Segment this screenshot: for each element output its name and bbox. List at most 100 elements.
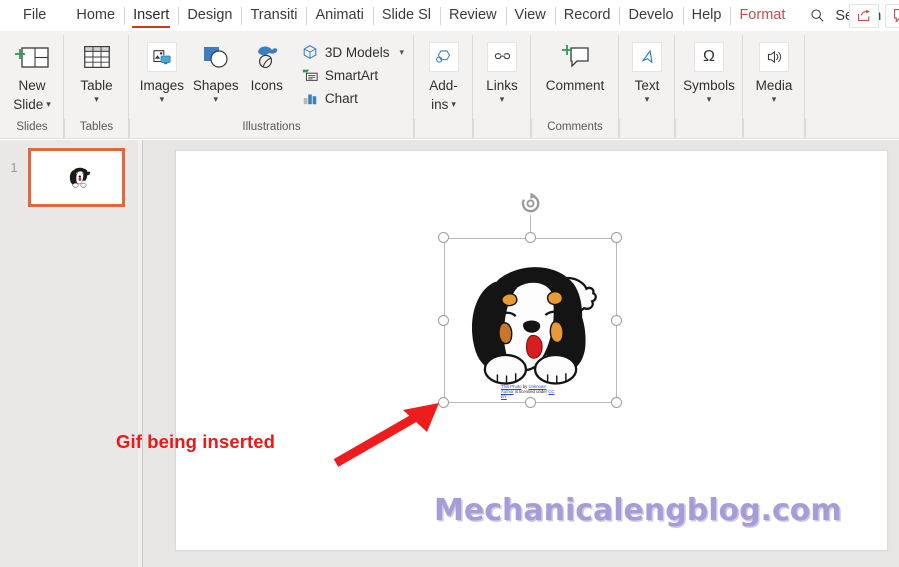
resize-handle-bottom-right[interactable]: [611, 397, 622, 408]
tab-label: File: [23, 7, 47, 23]
images-label: Images: [139, 78, 185, 93]
comment-label: Comment: [545, 78, 605, 93]
comments-button[interactable]: [885, 3, 899, 28]
resize-handle-top-right[interactable]: [611, 232, 622, 243]
slide-canvas[interactable]: This Photo by Unknown Author is licensed…: [116, 150, 888, 551]
table-icon: [81, 39, 113, 75]
label-divider: [473, 119, 474, 137]
tab-review[interactable]: Review: [440, 2, 506, 29]
tab-label: Design: [187, 7, 233, 23]
ribbon: New Slide ▾ Table ▾ Images ▾ Shapes ▾ Ic…: [0, 31, 899, 139]
media-button[interactable]: Media ▾: [749, 35, 799, 105]
text-icon: [632, 39, 662, 75]
tab-home[interactable]: Home: [67, 2, 124, 29]
tab-label: Review: [449, 7, 497, 23]
smartart-button[interactable]: SmartArt: [297, 65, 408, 85]
new-slide-button[interactable]: New Slide ▾: [6, 35, 58, 112]
icons-button[interactable]: Icons: [243, 35, 291, 94]
omega-icon: Ω: [694, 39, 724, 75]
rotate-handle[interactable]: [519, 192, 542, 215]
links-button[interactable]: Links ▾: [479, 35, 525, 105]
header-actions: [849, 0, 899, 31]
text-label: Text: [634, 78, 660, 93]
group-label-tables: Tables: [79, 121, 114, 133]
share-icon: [857, 9, 870, 22]
tab-record[interactable]: Record: [554, 2, 620, 29]
speaker-icon: [759, 39, 789, 75]
search-icon: [810, 8, 825, 23]
label-divider: [619, 119, 620, 137]
watermark-text: Mechanicalengblog.com: [434, 493, 842, 528]
ribbon-group-media: Media ▾: [743, 31, 805, 139]
tab-help[interactable]: Help: [682, 2, 731, 29]
ribbon-groups: New Slide ▾ Table ▾ Images ▾ Shapes ▾ Ic…: [0, 31, 805, 139]
chevron-down-icon[interactable]: ▾: [772, 94, 777, 105]
cube-icon: [301, 43, 319, 61]
new-slide-label-line1: New: [18, 78, 46, 93]
resize-handle-middle-right[interactable]: [611, 315, 622, 326]
resize-handle-middle-left[interactable]: [438, 315, 449, 326]
tab-transitions[interactable]: Transiti: [241, 2, 306, 29]
ribbon-group-links: Links ▾: [473, 31, 531, 139]
tab-label: Develo: [628, 7, 674, 23]
text-button[interactable]: Text ▾: [625, 35, 669, 105]
slide-canvas-area: This Photo by Unknown Author is licensed…: [116, 140, 899, 567]
attribution-mid: is licensed under: [513, 389, 549, 395]
label-divider: [414, 119, 415, 137]
addins-button[interactable]: Add- ins ▾: [420, 35, 467, 112]
images-button[interactable]: Images ▾: [135, 35, 189, 105]
thumbnail-scrollbar[interactable]: [138, 140, 142, 567]
ribbon-group-text: Text ▾: [619, 31, 675, 139]
comment-icon: [558, 39, 592, 75]
chevron-down-icon[interactable]: ▾: [645, 94, 650, 105]
addins-label-line2: ins: [431, 96, 449, 112]
thumbnail-row: 1: [0, 148, 143, 207]
tab-label: Help: [691, 7, 722, 23]
resize-handle-top-center[interactable]: [525, 232, 536, 243]
label-divider: [805, 119, 806, 137]
resize-handle-top-left[interactable]: [438, 232, 449, 243]
chevron-down-icon[interactable]: ▾: [46, 99, 51, 110]
tab-animations[interactable]: Animati: [306, 2, 372, 29]
tab-label: Slide Sl: [381, 7, 431, 23]
tab-format[interactable]: Format: [730, 2, 794, 29]
new-slide-icon: [14, 39, 50, 75]
thumbnail-dog-preview: [69, 167, 91, 188]
3d-models-button[interactable]: 3D Models ▾: [297, 42, 408, 62]
tab-label: Home: [76, 7, 116, 23]
share-button[interactable]: [849, 3, 879, 28]
active-tab-underline: [132, 25, 171, 28]
tab-insert[interactable]: Insert: [124, 2, 178, 29]
shapes-button[interactable]: Shapes ▾: [189, 35, 243, 105]
chevron-down-icon[interactable]: ▾: [451, 99, 456, 110]
ribbon-group-tables: Table ▾: [64, 31, 129, 139]
tab-view[interactable]: View: [505, 2, 555, 29]
icons-label: Icons: [250, 78, 283, 93]
comment-button[interactable]: Comment: [537, 35, 613, 94]
tab-design[interactable]: Design: [178, 2, 241, 29]
slide-thumbnail-pane[interactable]: 1: [0, 140, 143, 567]
tab-developer[interactable]: Develo: [619, 2, 682, 29]
symbols-button[interactable]: Ω Symbols ▾: [681, 35, 737, 105]
chart-button[interactable]: Chart: [297, 88, 408, 108]
workspace: 1 This Photo by Unknown Author is licens…: [0, 140, 899, 567]
chevron-down-icon[interactable]: ▾: [213, 94, 218, 105]
ribbon-group-illustrations: Images ▾ Shapes ▾ Icons 3D Models ▾ Smar…: [129, 31, 414, 139]
slide-number: 1: [10, 160, 18, 175]
slide-thumbnail-1[interactable]: [28, 148, 125, 207]
chevron-down-icon[interactable]: ▾: [399, 47, 404, 58]
chevron-down-icon[interactable]: ▾: [160, 94, 165, 105]
dog-illustration: [471, 267, 597, 385]
chevron-down-icon[interactable]: ▾: [707, 94, 712, 105]
tab-slide-show[interactable]: Slide Sl: [372, 2, 440, 29]
selected-image-object[interactable]: This Photo by Unknown Author is licensed…: [438, 192, 622, 408]
chevron-down-icon[interactable]: ▾: [500, 94, 505, 105]
powerpoint-window: File Home Insert Design Transiti Animati…: [0, 0, 899, 567]
tab-file[interactable]: File: [14, 2, 55, 29]
group-label-comments: Comments: [547, 121, 603, 133]
table-button[interactable]: Table ▾: [70, 35, 123, 105]
bernese-puppy-image[interactable]: [462, 253, 599, 385]
resize-handle-bottom-center[interactable]: [525, 397, 536, 408]
chevron-down-icon[interactable]: ▾: [94, 94, 99, 105]
links-label: Links: [486, 78, 518, 93]
